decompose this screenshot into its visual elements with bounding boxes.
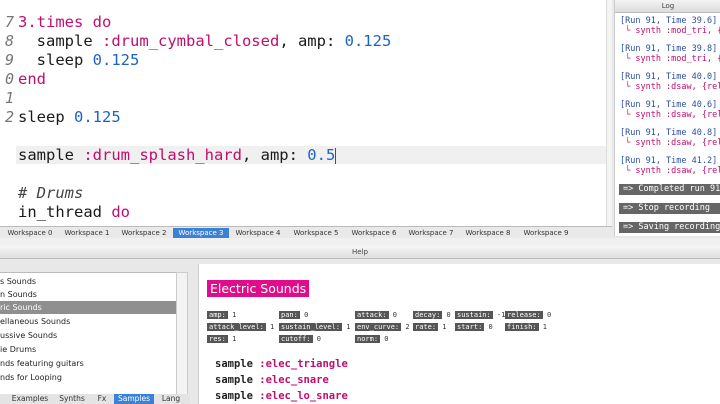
text-cursor	[335, 147, 337, 164]
help-title: Help	[0, 246, 720, 259]
sidebar-scrollbar[interactable]	[176, 272, 188, 396]
log-entry-synth: └ synth :mod_tri, {r	[620, 54, 720, 64]
log-entry-header: [Run 91, Time 39.8]	[620, 44, 718, 54]
log-entry-synth: └ synth :dsaw, {rel	[620, 166, 720, 176]
log-entry-header: [Run 91, Time 39.6]	[620, 16, 718, 26]
sidebar-item[interactable]: nds for Looping	[0, 371, 176, 384]
help-document: Electric Sounds amp: 1 pan: 0 attack: 0 …	[198, 264, 720, 404]
tab-workspace-3[interactable]: Workspace 3	[173, 228, 229, 238]
tab-synths[interactable]: Synths	[54, 394, 90, 404]
log-status-bar: => Saving recording to	[619, 222, 720, 233]
code-line: sleep 0.125	[18, 51, 140, 69]
param-finish: finish: 1	[505, 323, 547, 331]
sidebar-item[interactable]: n Sounds	[0, 288, 176, 301]
log-status-bar: => Completed run 91	[619, 184, 720, 195]
log-entry-synth: └ synth :dsaw, {rel	[620, 110, 720, 120]
param-norm: norm: 0	[355, 335, 389, 343]
code-line: sample :drum_cymbal_closed, amp: 0.125	[18, 32, 392, 50]
sample-code-line: sample :elec_snare	[215, 374, 329, 386]
log-entry-synth: └ synth :dsaw, {rel	[620, 82, 720, 92]
param-pan: pan: 0	[279, 311, 309, 319]
line-number: 1	[4, 89, 14, 107]
line-number: 7	[4, 13, 14, 31]
log-entry-header: [Run 91, Time 40.6]	[620, 100, 718, 110]
log-panel[interactable]: Log [Run 91, Time 39.6] └ synth :mod_tri…	[614, 0, 720, 236]
param-cutoff: cutoff: 0	[279, 335, 321, 343]
line-number-gutter: 7 8 9 0 1 2	[0, 0, 16, 226]
param-res: res: 1	[207, 335, 237, 343]
log-entry-synth: └ synth :mod_tri, {r	[620, 26, 720, 36]
param-decay: decay: 0	[413, 311, 451, 319]
code-line: # Drums	[18, 184, 84, 202]
help-category-tabs: Examples Synths Fx Samples Lang	[0, 394, 190, 404]
sidebar-item[interactable]: ussive Sounds	[0, 329, 176, 342]
code-editor[interactable]: 7 8 9 0 1 2 3.times do sample :drum_cymb…	[0, 0, 612, 226]
tab-workspace-1[interactable]: Workspace 1	[59, 228, 115, 238]
log-entry-synth: └ synth :dsaw, {rel	[620, 138, 720, 148]
tab-workspace-9[interactable]: Workspace 9	[518, 228, 574, 238]
tab-fx[interactable]: Fx	[92, 394, 112, 404]
sample-code-line: sample :elec_lo_snare	[215, 390, 348, 402]
param-env-curve: env_curve: 2	[355, 323, 410, 331]
sidebar-item[interactable]: nds featuring guitars	[0, 357, 176, 370]
code-line: end	[18, 70, 46, 88]
param-attack-level: attack_level: 1	[207, 323, 275, 331]
tab-workspace-7[interactable]: Workspace 7	[403, 228, 459, 238]
tab-samples[interactable]: Samples	[114, 394, 154, 404]
param-rate: rate: 1	[413, 323, 447, 331]
tab-workspace-2[interactable]: Workspace 2	[116, 228, 172, 238]
sidebar-item[interactable]: ie Drums	[0, 343, 176, 356]
sidebar-item[interactable]: ellaneous Sounds	[0, 315, 176, 328]
log-title: Log	[615, 0, 720, 13]
sidebar-item-selected[interactable]: ric Sounds	[0, 301, 176, 314]
line-number: 0	[4, 70, 14, 88]
param-start: start: 0	[455, 323, 493, 331]
tab-workspace-5[interactable]: Workspace 5	[288, 228, 344, 238]
param-amp: amp: 1	[207, 311, 237, 319]
doc-heading: Electric Sounds	[207, 280, 310, 297]
param-attack: attack: 0	[355, 311, 397, 319]
log-entry-header: [Run 91, Time 40.8]	[620, 128, 718, 138]
param-release: release: 0	[505, 311, 552, 319]
code-line: sample :drum_splash_hard, amp: 0.5	[18, 146, 337, 164]
tab-workspace-8[interactable]: Workspace 8	[460, 228, 516, 238]
tab-examples[interactable]: Examples	[8, 394, 52, 404]
param-sustain-level: sustain_level: 1	[279, 323, 351, 331]
param-sustain: sustain: -1	[455, 311, 506, 319]
code-line: sleep 0.125	[18, 108, 121, 126]
sample-code-line: sample :elec_triangle	[215, 358, 348, 370]
tab-workspace-4[interactable]: Workspace 4	[230, 228, 286, 238]
line-number: 2	[4, 108, 14, 126]
log-entry-header: [Run 91, Time 40.0]	[620, 72, 718, 82]
editor-scrollbar[interactable]	[606, 0, 612, 226]
code-line: 3.times do	[18, 13, 112, 31]
sidebar-item[interactable]: s Sounds	[0, 275, 176, 288]
tab-workspace-6[interactable]: Workspace 6	[346, 228, 402, 238]
help-sidebar-list[interactable]: s Sounds n Sounds ric Sounds ellaneous S…	[0, 272, 177, 396]
line-number: 9	[4, 51, 14, 69]
tab-workspace-0[interactable]: Workspace 0	[2, 228, 58, 238]
log-status-bar: => Stop recording	[619, 203, 720, 214]
log-entry-header: [Run 91, Time 41.2]	[620, 156, 718, 166]
tab-lang[interactable]: Lang	[156, 394, 186, 404]
code-line: in_thread do	[18, 203, 130, 221]
line-number: 8	[4, 32, 14, 50]
